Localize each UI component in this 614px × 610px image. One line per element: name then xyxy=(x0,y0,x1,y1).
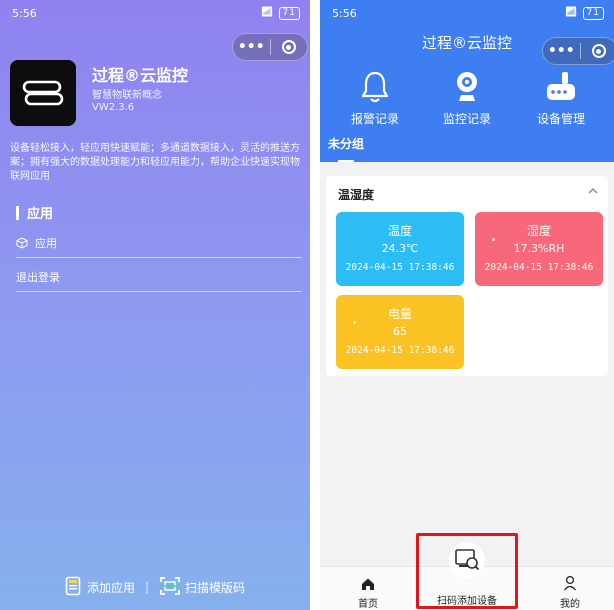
add-app-icon xyxy=(65,576,81,599)
sensor-tile-humidity[interactable]: 湿度 17.3%RH 2024-04-15 17:38:46 xyxy=(475,212,603,286)
sensor-tile-battery[interactable]: 电量 65 2024-04-15 17:38:46 xyxy=(336,295,464,369)
tile-timestamp: 2024-04-15 17:38:46 xyxy=(345,345,455,356)
sensor-tile-temperature[interactable]: 温度 24.3℃ 2024-04-15 17:38:46 xyxy=(336,212,464,286)
scan-add-device-highlight[interactable]: 扫码添加设备 xyxy=(416,533,518,609)
tile-name: 温度 xyxy=(387,224,412,238)
wifi-icon: 📶︎ xyxy=(260,7,275,18)
wifi-icon: 📶︎ xyxy=(564,7,579,18)
tile-value: 65 xyxy=(393,325,407,338)
scan-add-device-label: 扫码添加设备 xyxy=(437,596,497,607)
status-indicators: 📶︎ 71 xyxy=(565,7,604,20)
right-screen: 5:56 📶︎ 71 过程®云监控 ••• 报警记录 监控记录 设备管理 未分组… xyxy=(320,0,614,610)
more-menu-button[interactable]: ••• xyxy=(233,39,270,55)
app-subtitle: 智慧物联新概念 xyxy=(92,90,162,101)
header: 5:56 📶︎ 71 过程®云监控 ••• 报警记录 监控记录 设备管理 未分组 xyxy=(320,0,614,162)
tile-name: 湿度 xyxy=(526,224,551,238)
tab-ungrouped[interactable]: 未分组 xyxy=(328,135,364,162)
left-screen: 5:56 📶︎ 71 ••• 过程®云监控 智慧物联新概念 VW2.3.6 设备… xyxy=(0,0,310,610)
target-icon xyxy=(591,44,606,58)
menu-item-logout-label: 退出登录 xyxy=(16,270,60,284)
device-icon xyxy=(516,66,606,104)
cube-icon xyxy=(16,236,28,249)
menu-item-logout[interactable]: 退出登录 xyxy=(16,262,302,292)
battery-icon: 71 xyxy=(582,7,604,20)
status-time: 5:56 xyxy=(12,7,37,20)
card-title: 温湿度 xyxy=(338,188,375,202)
target-icon xyxy=(281,40,296,54)
mini-program-capsule: ••• xyxy=(542,37,614,65)
alarm-records-label: 报警记录 xyxy=(350,112,399,126)
monitor-records-label: 监控记录 xyxy=(442,112,491,126)
device-group-card: 温湿度 温度 24.3℃ 2024-04-15 17:38:46 湿度 17.3… xyxy=(326,176,608,376)
device-management-button[interactable]: 设备管理 xyxy=(516,66,606,127)
menu-item-apps-label: 应用 xyxy=(35,236,57,250)
scan-add-icon xyxy=(449,542,485,578)
tab-mine-label: 我的 xyxy=(560,599,580,610)
device-management-label: 设备管理 xyxy=(536,112,585,126)
section-heading: 应用 xyxy=(16,203,53,222)
tile-timestamp: 2024-04-15 17:38:46 xyxy=(484,262,594,273)
more-menu-button[interactable]: ••• xyxy=(543,43,580,59)
close-button[interactable] xyxy=(580,44,614,58)
app-description: 设备轻松接入，轻应用快速赋能；多通道数据接入，灵活的推送方案；拥有强大的数据处理… xyxy=(10,143,300,182)
chevron-up-icon[interactable] xyxy=(588,186,598,196)
user-icon xyxy=(542,567,598,591)
scan-icon xyxy=(159,576,181,599)
status-time: 5:56 xyxy=(332,7,357,20)
home-icon xyxy=(340,567,396,591)
tab-home-label: 首页 xyxy=(358,599,378,610)
tile-value: 24.3℃ xyxy=(381,242,419,255)
webcam-icon xyxy=(422,66,512,104)
mini-program-capsule: ••• xyxy=(232,33,308,61)
scan-template-button[interactable]: 扫描模版码 xyxy=(185,579,245,596)
app-version: VW2.3.6 xyxy=(92,102,135,113)
tab-mine[interactable]: 我的 xyxy=(542,567,598,610)
status-bar: 5:56 📶︎ 71 xyxy=(0,0,310,28)
tile-value: 17.3%RH xyxy=(513,242,565,255)
bell-icon xyxy=(330,66,420,104)
tab-home[interactable]: 首页 xyxy=(340,567,396,610)
menu-item-apps[interactable]: 应用 xyxy=(16,228,302,258)
tab-underline xyxy=(338,160,354,162)
status-bar: 5:56 📶︎ 71 xyxy=(320,0,614,28)
status-indicators: 📶︎ 71 xyxy=(261,7,300,20)
add-app-button[interactable]: 添加应用 xyxy=(87,579,135,596)
tab-ungrouped-label: 未分组 xyxy=(328,137,365,151)
section-title: 应用 xyxy=(27,207,54,222)
alarm-records-button[interactable]: 报警记录 xyxy=(330,66,420,127)
tile-timestamp: 2024-04-15 17:38:46 xyxy=(345,262,455,273)
bottom-actions: 添加应用 | 扫描模版码 xyxy=(0,570,310,604)
close-button[interactable] xyxy=(270,40,307,54)
tile-name: 电量 xyxy=(387,307,412,321)
monitor-records-button[interactable]: 监控记录 xyxy=(422,66,512,127)
battery-icon: 71 xyxy=(278,7,300,20)
divider: | xyxy=(144,580,150,594)
app-title: 过程®云监控 xyxy=(92,66,189,85)
app-logo xyxy=(10,60,76,126)
